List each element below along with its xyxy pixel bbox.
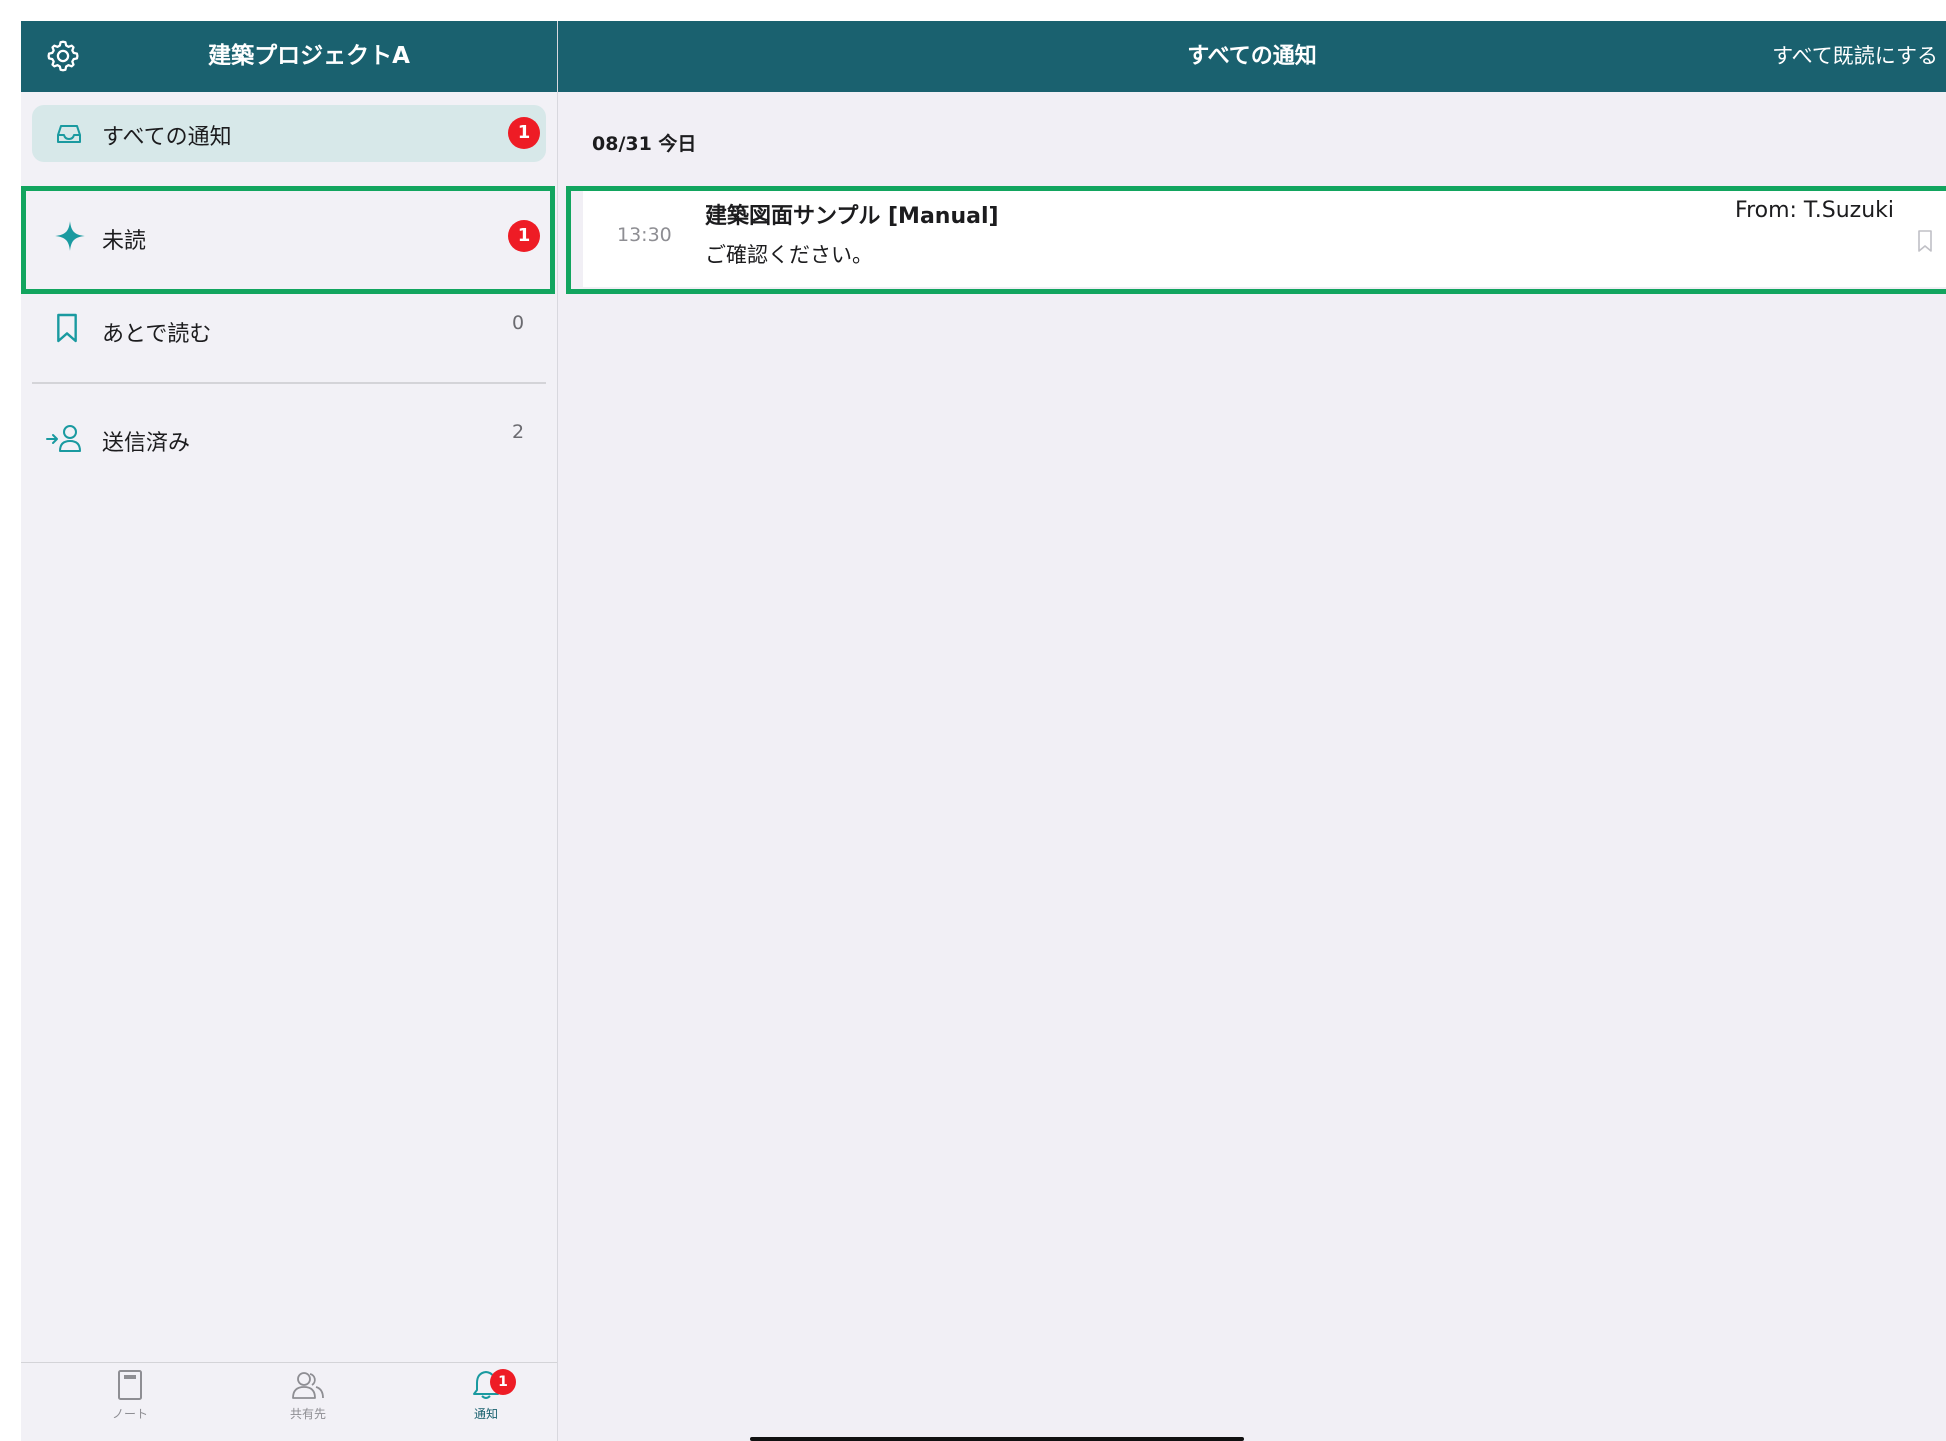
send-user-icon: [46, 425, 81, 452]
home-indicator: [750, 1437, 1244, 1441]
highlight-frame: [566, 186, 1946, 294]
item-count: 0: [512, 312, 525, 334]
notification-badge: 1: [490, 1369, 516, 1395]
sidebar-item-label: すべての通知: [102, 125, 232, 150]
unread-badge: 1: [508, 117, 540, 149]
sidebar-header: 建築プロジェクトA: [21, 21, 557, 92]
app-window: 建築プロジェクトA すべての通知 1 未読 1 あとで読む 0 送信済み 2 ノ…: [21, 21, 1946, 1441]
sidebar-item-all-notifications[interactable]: すべての通知 1: [32, 105, 546, 162]
tab-label: 通知: [473, 1407, 498, 1421]
project-title: 建築プロジェクトA: [208, 43, 410, 69]
inbox-icon: [57, 125, 81, 143]
sidebar-item-label: あとで読む: [102, 322, 212, 347]
mark-all-read-button[interactable]: すべて既読にする: [1772, 21, 1938, 92]
highlight-frame: [21, 186, 555, 294]
tab-bar: ノート 共有先 1 通知: [21, 1362, 557, 1441]
sidebar-item-read-later[interactable]: あとで読む 0: [32, 304, 546, 360]
tab-label: 共有先: [289, 1407, 326, 1421]
bookmark-icon: [57, 313, 77, 343]
tab-note[interactable]: ノート: [70, 1369, 190, 1439]
sidebar: 建築プロジェクトA すべての通知 1 未読 1 あとで読む 0 送信済み 2 ノ…: [21, 21, 558, 1441]
page-title: すべての通知: [1187, 44, 1317, 69]
sidebar-item-label: 送信済み: [102, 431, 191, 456]
note-icon: [118, 1370, 142, 1400]
item-count: 2: [512, 421, 525, 443]
people-icon: [292, 1372, 324, 1399]
date-group-header: 08/31 今日: [592, 133, 697, 155]
tab-notifications[interactable]: 1 通知: [426, 1369, 546, 1439]
main-header: すべての通知 すべて既読にする: [558, 21, 1946, 92]
main-pane: すべての通知 すべて既読にする 08/31 今日 13:30 建築図面サンプル …: [558, 21, 1946, 1441]
tab-shared[interactable]: 共有先: [248, 1369, 368, 1439]
sidebar-item-sent[interactable]: 送信済み 2: [32, 413, 546, 469]
tab-label: ノート: [111, 1407, 148, 1421]
sidebar-divider: [32, 382, 546, 384]
gear-icon[interactable]: [45, 38, 81, 74]
